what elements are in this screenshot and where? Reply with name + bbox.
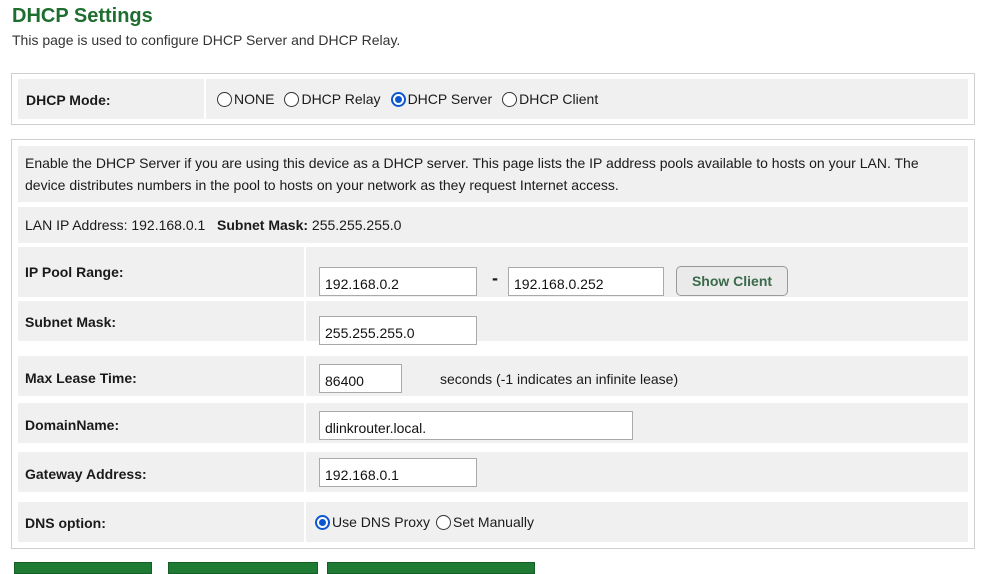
lan-ip-value: 192.168.0.1 <box>131 217 206 233</box>
subnet-mask-input[interactable] <box>319 316 477 345</box>
page-title: DHCP Settings <box>12 5 153 27</box>
gateway-label-cell: Gateway Address: <box>18 452 304 492</box>
subnet-inline-label: Subnet Mask: <box>217 217 309 233</box>
domain-name-label: DomainName: <box>25 417 120 433</box>
dhcp-mode-label: DHCP Mode: <box>26 92 111 108</box>
radio-server-icon[interactable] <box>390 91 406 107</box>
pool-range-dash: - <box>492 268 498 288</box>
dns-value-cell: Use DNS Proxy Set Manually <box>306 502 968 542</box>
mode-relay-label: DHCP Relay <box>301 91 381 107</box>
subnet-label-cell: Subnet Mask: <box>18 301 304 341</box>
mode-server-label: DHCP Server <box>407 91 493 107</box>
bottom-button-2[interactable] <box>168 562 318 574</box>
radio-client-icon[interactable] <box>502 91 518 107</box>
mode-client-label: DHCP Client <box>519 91 599 107</box>
max-lease-label: Max Lease Time: <box>25 370 137 386</box>
dhcp-mode-options-cell: NONE DHCP Relay DHCP Server DHCP Client <box>206 79 968 119</box>
dns-radio-manual[interactable]: Set Manually <box>436 514 534 530</box>
mode-radio-relay[interactable]: DHCP Relay <box>284 91 381 107</box>
subnet-inline-value: 255.255.255.0 <box>311 217 402 233</box>
dns-radio-group: Use DNS Proxy Set Manually <box>315 514 544 530</box>
bottom-button-1[interactable] <box>14 562 152 574</box>
pool-range-label: IP Pool Range: <box>25 264 124 280</box>
subnet-mask-label: Subnet Mask: <box>25 314 117 330</box>
dns-option-label: DNS option: <box>25 515 106 531</box>
pool-label-cell: IP Pool Range: <box>18 247 304 297</box>
radio-proxy-icon[interactable] <box>315 514 330 530</box>
dns-radio-proxy[interactable]: Use DNS Proxy <box>315 514 430 530</box>
dns-label-cell: DNS option: <box>18 502 304 542</box>
lan-info-row: LAN IP Address: 192.168.0.1 Subnet Mask:… <box>18 207 968 243</box>
mode-none-label: NONE <box>234 91 275 107</box>
max-lease-input[interactable] <box>319 364 402 393</box>
dhcp-mode-panel: DHCP Mode: NONE DHCP Relay DHCP Server D… <box>11 73 975 125</box>
lan-info: LAN IP Address: 192.168.0.1 Subnet Mask:… <box>25 217 401 233</box>
mode-radio-client[interactable]: DHCP Client <box>502 91 598 107</box>
pool-end-input[interactable] <box>508 267 664 296</box>
lan-ip-label: LAN IP Address: <box>25 217 128 233</box>
radio-relay-icon[interactable] <box>284 91 300 107</box>
intro-row: Enable the DHCP Server if you are using … <box>18 146 968 202</box>
lease-label-cell: Max Lease Time: <box>18 356 304 396</box>
pool-start-input[interactable] <box>319 267 477 296</box>
radio-manual-icon[interactable] <box>436 514 452 530</box>
gateway-address-input[interactable] <box>319 458 477 487</box>
dns-proxy-label: Use DNS Proxy <box>332 514 431 530</box>
dhcp-mode-radio-group: NONE DHCP Relay DHCP Server DHCP Client <box>217 91 608 107</box>
dhcp-mode-label-cell: DHCP Mode: <box>18 79 204 119</box>
domain-name-input[interactable] <box>319 411 633 440</box>
domain-label-cell: DomainName: <box>18 403 304 443</box>
radio-none-icon[interactable] <box>217 91 232 107</box>
lease-note: seconds (-1 indicates an infinite lease) <box>440 371 679 387</box>
mode-radio-none[interactable]: NONE <box>217 91 274 107</box>
show-client-button[interactable]: Show Client <box>676 266 788 296</box>
gateway-address-label: Gateway Address: <box>25 466 147 482</box>
intro-text: Enable the DHCP Server if you are using … <box>25 155 919 193</box>
dhcp-server-panel: Enable the DHCP Server if you are using … <box>11 139 975 549</box>
page-description: This page is used to configure DHCP Serv… <box>12 32 401 48</box>
dns-manual-label: Set Manually <box>453 514 534 530</box>
bottom-button-3[interactable] <box>327 562 535 574</box>
mode-radio-server[interactable]: DHCP Server <box>390 91 493 107</box>
